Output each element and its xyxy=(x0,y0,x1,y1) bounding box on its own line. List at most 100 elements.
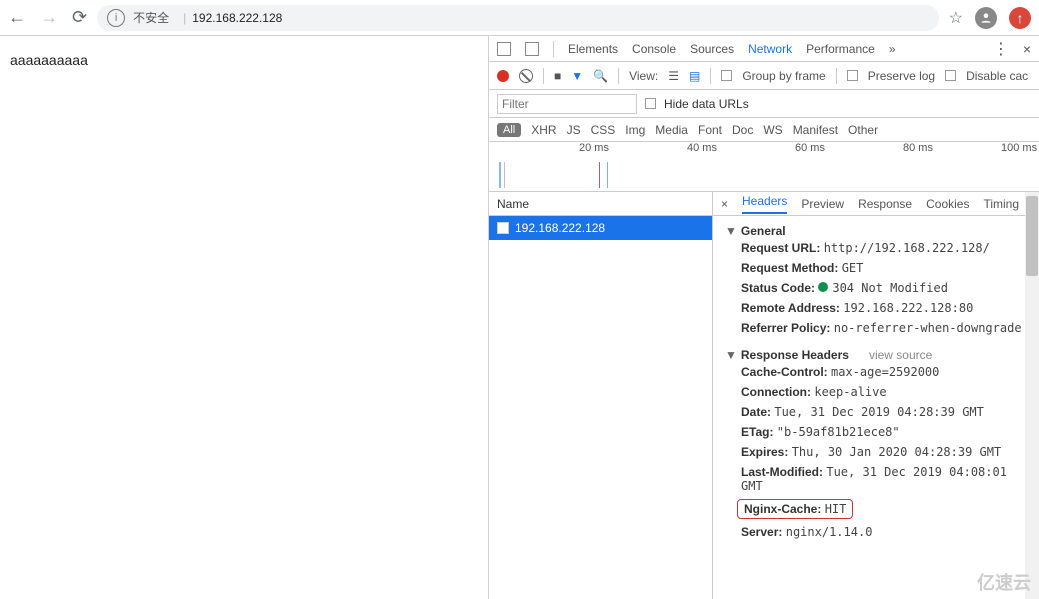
disable-label: Disable cac xyxy=(966,69,1028,83)
forward-icon[interactable]: → xyxy=(40,7,58,28)
bookmark-icon[interactable]: ☆ xyxy=(949,8,963,28)
type-manifest[interactable]: Manifest xyxy=(793,123,838,137)
type-img[interactable]: Img xyxy=(625,123,645,137)
timeline-marker-2 xyxy=(607,162,608,188)
address-bar[interactable]: i 不安全 | 192.168.222.128 xyxy=(97,5,939,31)
camera-icon[interactable]: ■ xyxy=(554,69,561,83)
type-xhr[interactable]: XHR xyxy=(531,123,556,137)
filter-toggle-icon[interactable]: ▼ xyxy=(571,69,583,83)
type-font[interactable]: Font xyxy=(698,123,722,137)
kv-referrer: Referrer Policy: no-referrer-when-downgr… xyxy=(725,318,1027,338)
back-icon[interactable]: ← xyxy=(8,7,26,28)
type-other[interactable]: Other xyxy=(848,123,878,137)
record-icon[interactable] xyxy=(497,70,509,82)
hide-urls-label: Hide data URLs xyxy=(664,97,749,111)
type-media[interactable]: Media xyxy=(655,123,688,137)
disable-checkbox[interactable] xyxy=(945,70,956,81)
url-text: 192.168.222.128 xyxy=(192,11,282,25)
file-icon xyxy=(497,222,509,234)
request-list: Name 192.168.222.128 xyxy=(489,192,713,599)
request-row[interactable]: 192.168.222.128 xyxy=(489,216,712,240)
section-general[interactable]: ▼General xyxy=(725,224,1027,238)
device-icon[interactable] xyxy=(525,42,539,56)
tab-performance[interactable]: Performance xyxy=(806,42,875,56)
insecure-label: 不安全 xyxy=(133,9,169,26)
kv-response-header: Cache-Control: max-age=2592000 xyxy=(725,362,1027,382)
waterfall-icon[interactable]: ▤ xyxy=(689,69,700,83)
type-ws[interactable]: WS xyxy=(763,123,782,137)
view-source-link[interactable]: view source xyxy=(869,348,932,362)
scrollbar[interactable] xyxy=(1025,192,1039,599)
section-response-headers[interactable]: ▼Response Headersview source xyxy=(725,348,1027,362)
group-checkbox[interactable] xyxy=(721,70,732,81)
view-label: View: xyxy=(629,69,658,83)
profile-icon[interactable] xyxy=(975,7,997,29)
tick-100: 100 ms xyxy=(1001,142,1037,154)
status-dot-icon xyxy=(818,282,828,292)
kv-response-header: Server: nginx/1.14.0 xyxy=(725,522,1027,542)
info-icon[interactable]: i xyxy=(107,9,125,27)
separator: | xyxy=(183,11,186,25)
devtools-tabs: Elements Console Sources Network Perform… xyxy=(489,36,1039,62)
kv-response-header: Last-Modified: Tue, 31 Dec 2019 04:08:01… xyxy=(725,462,1027,496)
type-doc[interactable]: Doc xyxy=(732,123,753,137)
kv-remote: Remote Address: 192.168.222.128:80 xyxy=(725,298,1027,318)
type-filter-row: All XHR JS CSS Img Media Font Doc WS Man… xyxy=(489,118,1039,142)
kv-response-header: Date: Tue, 31 Dec 2019 04:28:39 GMT xyxy=(725,402,1027,422)
tab-network[interactable]: Network xyxy=(748,42,792,56)
search-icon[interactable]: 🔍 xyxy=(593,69,608,83)
large-rows-icon[interactable]: ☰ xyxy=(668,69,679,83)
kv-method: Request Method: GET xyxy=(725,258,1027,278)
filter-input[interactable] xyxy=(497,94,637,114)
type-js[interactable]: JS xyxy=(567,123,581,137)
more-tabs-icon[interactable]: » xyxy=(889,42,896,56)
close-detail-icon[interactable]: × xyxy=(721,197,728,211)
list-header-name[interactable]: Name xyxy=(489,192,712,216)
type-all[interactable]: All xyxy=(497,123,521,137)
kv-response-header: ETag: "b-59af81b21ece8" xyxy=(725,422,1027,442)
network-toolbar: ■ ▼ 🔍 View: ☰ ▤ Group by frame Preserve … xyxy=(489,62,1039,90)
devtools-menu-icon[interactable]: ⋮ xyxy=(993,39,1009,59)
hide-urls-checkbox[interactable] xyxy=(645,98,656,109)
reload-icon[interactable]: ⟳ xyxy=(72,7,87,28)
kv-response-header: Nginx-Cache: HIT xyxy=(725,496,1027,522)
detail-tab-headers[interactable]: Headers xyxy=(742,194,787,214)
browser-toolbar: ← → ⟳ i 不安全 | 192.168.222.128 ☆ ↑ xyxy=(0,0,1039,36)
page-content: aaaaaaaaaa xyxy=(0,36,488,599)
request-detail: × Headers Preview Response Cookies Timin… xyxy=(713,192,1039,599)
kv-request-url: Request URL: http://192.168.222.128/ xyxy=(725,238,1027,258)
tab-sources[interactable]: Sources xyxy=(690,42,734,56)
timeline[interactable]: 20 ms 40 ms 60 ms 80 ms 100 ms xyxy=(489,142,1039,192)
tick-20: 20 ms xyxy=(579,142,609,154)
page-body-text: aaaaaaaaaa xyxy=(10,52,88,68)
tick-40: 40 ms xyxy=(687,142,717,154)
group-label: Group by frame xyxy=(742,69,825,83)
timeline-marker-1 xyxy=(599,162,600,188)
tick-80: 80 ms xyxy=(903,142,933,154)
scrollbar-thumb[interactable] xyxy=(1026,196,1038,276)
preserve-label: Preserve log xyxy=(868,69,935,83)
tab-console[interactable]: Console xyxy=(632,42,676,56)
detail-tab-preview[interactable]: Preview xyxy=(801,197,844,211)
detail-tab-timing[interactable]: Timing xyxy=(983,197,1019,211)
chevron-down-icon: ▼ xyxy=(725,348,737,362)
clear-icon[interactable] xyxy=(519,69,533,83)
timeline-bar xyxy=(499,162,505,188)
kv-response-header: Connection: keep-alive xyxy=(725,382,1027,402)
devtools-panel: Elements Console Sources Network Perform… xyxy=(488,36,1039,599)
type-css[interactable]: CSS xyxy=(591,123,616,137)
devtools-close-icon[interactable]: × xyxy=(1023,41,1031,57)
detail-tab-response[interactable]: Response xyxy=(858,197,912,211)
chevron-down-icon: ▼ xyxy=(725,224,737,238)
kv-status: Status Code: 304 Not Modified xyxy=(725,278,1027,298)
watermark: 亿速云 xyxy=(977,569,1031,595)
detail-tab-cookies[interactable]: Cookies xyxy=(926,197,969,211)
request-name: 192.168.222.128 xyxy=(515,221,605,235)
extension-icon[interactable]: ↑ xyxy=(1009,7,1031,29)
tab-elements[interactable]: Elements xyxy=(568,42,618,56)
preserve-checkbox[interactable] xyxy=(847,70,858,81)
filter-row: Hide data URLs xyxy=(489,90,1039,118)
tick-60: 60 ms xyxy=(795,142,825,154)
inspect-icon[interactable] xyxy=(497,42,511,56)
kv-response-header: Expires: Thu, 30 Jan 2020 04:28:39 GMT xyxy=(725,442,1027,462)
